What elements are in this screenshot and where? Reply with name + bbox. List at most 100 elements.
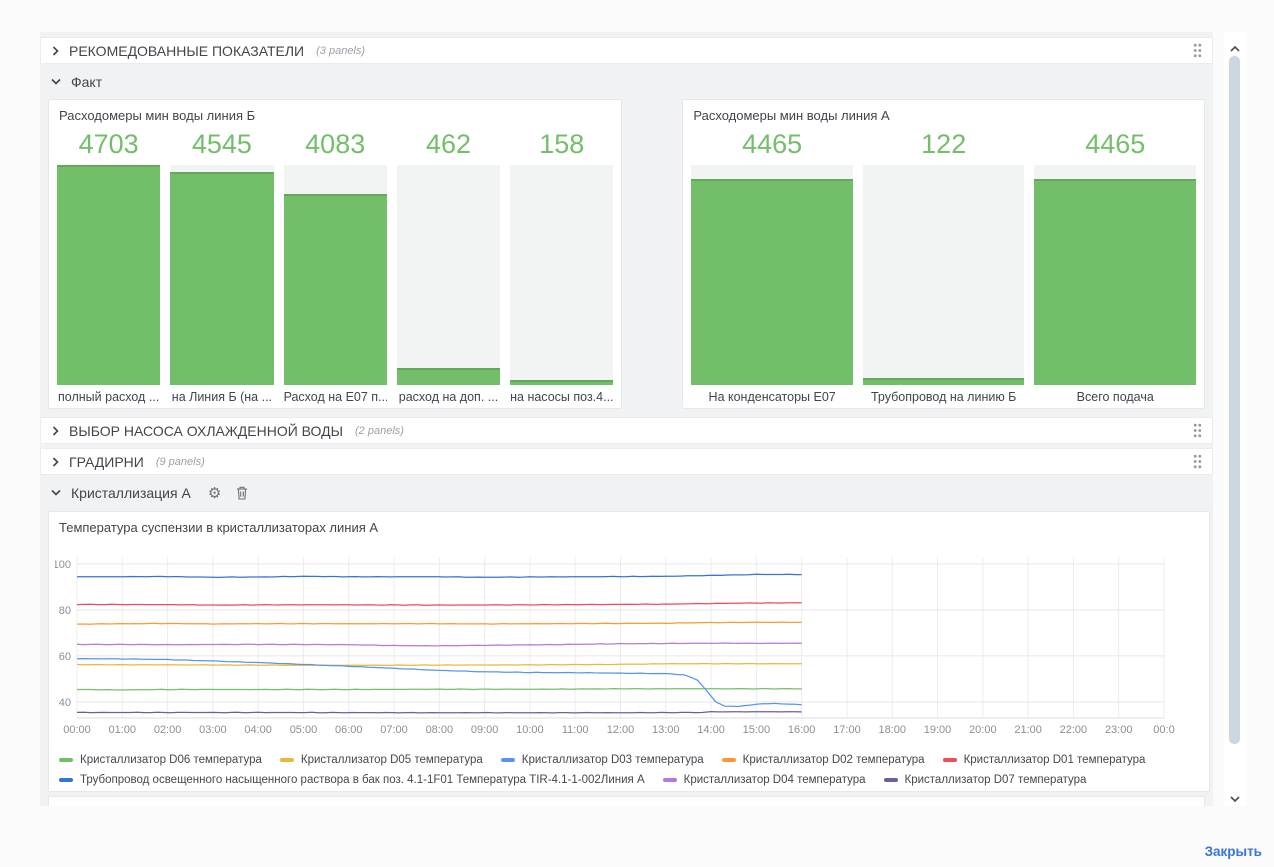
legend-series-name: Кристаллизатор D07 температура [904, 774, 1087, 786]
svg-text:20:00: 20:00 [969, 724, 997, 736]
row-header-cooling-towers[interactable]: ГРАДИРНИ (9 panels) [40, 448, 1213, 475]
bar-label: На конденсаторы E07 [708, 390, 836, 404]
legend-series-swatch [942, 758, 957, 762]
legend-item[interactable]: Кристаллизатор D04 температура [662, 774, 866, 786]
chevron-down-icon [50, 77, 62, 86]
legend-series-swatch [59, 778, 73, 782]
svg-text:08:00: 08:00 [426, 724, 454, 736]
bar-gauge: 4703 полный расход ... 4545 на Линия Б (на … [49, 125, 621, 409]
svg-text:14:00: 14:00 [697, 724, 725, 736]
bar-gauge-column: 462 расход на доп. ... [396, 125, 501, 409]
svg-text:10:00: 10:00 [516, 724, 544, 736]
row-settings-gear-icon[interactable]: ⚙ [208, 485, 221, 500]
chevron-right-icon [51, 45, 60, 57]
legend-series-name: Кристаллизатор D05 температура [300, 754, 483, 766]
row-panel-count: (2 panels) [355, 424, 404, 437]
bar-value: 122 [921, 129, 967, 159]
svg-text:00:0: 00:0 [1153, 724, 1174, 736]
svg-text:40: 40 [59, 697, 71, 709]
bar-track [57, 165, 161, 385]
svg-text:12:00: 12:00 [607, 724, 635, 736]
bar-track [691, 165, 853, 385]
row-title: РЕКОМЕДОВАННЫЕ ПОКАЗАТЕЛИ [69, 42, 305, 59]
bar-track [170, 165, 274, 385]
bar-track [862, 165, 1025, 385]
chart-canvas: 00:00 01:00 02:00 03:00 04:00 05:00 06:00 07:00… [53, 557, 1175, 736]
bar-label: Всего подача [1076, 390, 1154, 404]
bar-gauge-column: 158 на насосы поз.4... [510, 125, 614, 409]
svg-text:09:00: 09:00 [471, 724, 499, 736]
row-title: ВЫБОР НАСОСА ОХЛАЖДЕННОЙ ВОДЫ [69, 422, 344, 439]
bar-fill [1034, 179, 1197, 385]
drag-handle-icon[interactable] [1193, 43, 1202, 58]
svg-text:01:00: 01:00 [109, 724, 137, 736]
panel-title[interactable]: Температура суспензии в кристаллизаторах… [49, 512, 1209, 537]
vertical-scrollbar[interactable] [1224, 32, 1246, 806]
row-header-pump-select[interactable]: ВЫБОР НАСОСА ОХЛАЖДЕННОЙ ВОДЫ (2 panels) [40, 417, 1213, 444]
legend-row: Трубопровод освещенного насыщенного раст… [49, 770, 1209, 790]
legend-row: Кристаллизатор D06 температура Кристаллиз… [49, 750, 1209, 770]
bar-fill [396, 368, 501, 385]
legend-item[interactable]: Трубопровод освещенного насыщенного раст… [59, 774, 645, 786]
dashboard-scroll-area: РЕКОМЕДОВАННЫЕ ПОКАЗАТЕЛИ (3 panels) Фак… [40, 32, 1213, 806]
svg-text:60: 60 [59, 651, 71, 663]
panel-title[interactable]: Расходомеры мин воды линия А [683, 100, 1204, 125]
svg-text:21:00: 21:00 [1014, 724, 1042, 736]
drag-handle-icon[interactable] [1193, 454, 1202, 469]
legend-item[interactable]: Кристаллизатор D03 температура [500, 754, 704, 766]
legend-series-name: Кристаллизатор D03 температура [521, 754, 704, 766]
legend-series-name: Кристаллизатор D02 температура [742, 754, 925, 766]
bar-gauge-column: 4703 полный расход ... [57, 125, 161, 409]
chart-legend: Кристаллизатор D06 температура Кристаллиз… [49, 750, 1209, 790]
bar-fill [510, 379, 614, 385]
bar-gauge-column: 122 Трубопровод на линию Б [862, 125, 1025, 409]
row-header-recommended[interactable]: РЕКОМЕДОВАННЫЕ ПОКАЗАТЕЛИ (3 panels) [40, 37, 1213, 64]
row-header-fact[interactable]: Факт [40, 70, 1213, 93]
scrollbar-thumb[interactable] [1229, 56, 1240, 744]
drag-handle-icon[interactable] [1193, 423, 1202, 438]
legend-item[interactable]: Кристаллизатор D05 температура [279, 754, 483, 766]
legend-series-name: Кристаллизатор D04 температура [683, 774, 866, 786]
legend-series-name: Трубопровод освещенного насыщенного раст… [80, 774, 645, 786]
bar-value: 4703 [78, 129, 139, 159]
next-row-cutoff [48, 796, 1205, 806]
legend-series-swatch [500, 758, 515, 762]
row-header-crystallization-a[interactable]: Кристаллизация А ⚙ [40, 481, 1213, 504]
svg-text:07:00: 07:00 [380, 724, 408, 736]
legend-series-swatch [279, 758, 294, 762]
bar-track [1034, 165, 1197, 385]
bar-value: 158 [539, 129, 585, 159]
svg-text:04:00: 04:00 [244, 724, 272, 736]
svg-text:17:00: 17:00 [833, 724, 861, 736]
legend-item[interactable]: Кристаллизатор D02 температура [721, 754, 925, 766]
close-button[interactable]: Закрыть [1205, 844, 1262, 859]
legend-item[interactable]: Кристаллизатор D07 температура [883, 774, 1087, 786]
legend-item[interactable]: Кристаллизатор D06 температура [59, 754, 262, 766]
legend-item[interactable]: Кристаллизатор D01 температура [942, 754, 1146, 766]
bar-value: 462 [425, 129, 472, 159]
bar-value: 4545 [191, 129, 252, 159]
bar-gauge-column: 4465 Всего подача [1034, 125, 1197, 409]
bar-fill [283, 193, 387, 385]
bar-label: на Линия Б (на ... [171, 390, 273, 404]
scroll-down-arrow-icon[interactable] [1229, 790, 1241, 808]
svg-text:18:00: 18:00 [878, 724, 906, 736]
bar-fill [691, 179, 853, 385]
bar-label: полный расход ... [58, 390, 160, 404]
panel-crystallizer-temperatures: Температура суспензии в кристаллизаторах… [48, 511, 1210, 792]
svg-text:80: 80 [59, 605, 71, 617]
bar-label: Трубопровод на линию Б [870, 390, 1017, 404]
bar-label: на насосы поз.4... [510, 390, 614, 404]
svg-text:16:00: 16:00 [788, 724, 816, 736]
row-title: ГРАДИРНИ [69, 453, 144, 470]
chevron-down-icon [50, 488, 62, 497]
panel-title[interactable]: Расходомеры мин воды линия Б [49, 100, 621, 125]
chevron-right-icon [51, 456, 60, 468]
bar-fill [57, 165, 161, 385]
panels-row: Расходомеры мин воды линия Б 4703 полный … [40, 99, 1213, 409]
legend-series-swatch [721, 758, 736, 762]
svg-text:06:00: 06:00 [335, 724, 363, 736]
legend-series-name: Кристаллизатор D01 температура [963, 754, 1146, 766]
row-panel-count: (3 panels) [316, 44, 366, 57]
row-delete-trash-icon[interactable] [236, 486, 248, 500]
